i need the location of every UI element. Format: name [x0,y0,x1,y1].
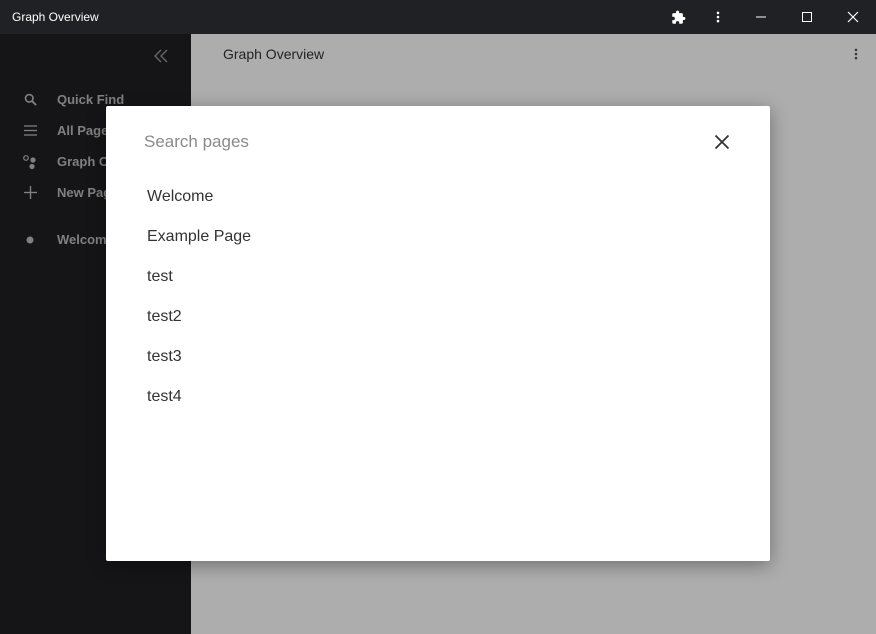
window-close-button[interactable] [830,0,876,34]
search-result-item[interactable]: test3 [147,337,727,377]
window-menu-button[interactable] [698,0,738,34]
search-result-item[interactable]: test [147,257,727,297]
window-title: Graph Overview [12,10,99,24]
search-result-item[interactable]: test4 [147,377,727,417]
close-icon [714,134,730,150]
close-icon [847,11,859,23]
search-result-item[interactable]: test2 [147,297,727,337]
search-pages-input[interactable] [144,128,684,156]
search-result-item[interactable]: Example Page [147,217,727,257]
maximize-icon [802,12,812,22]
search-result-item[interactable]: Welcome [147,177,727,217]
minimize-icon [756,16,766,18]
window-titlebar: Graph Overview [0,0,876,34]
extensions-button[interactable] [658,0,698,34]
search-pages-dialog: Welcome Example Page test test2 test3 te… [106,106,770,561]
minimize-button[interactable] [738,0,784,34]
more-vert-icon [716,11,720,23]
search-results-list: Welcome Example Page test test2 test3 te… [147,177,727,417]
close-dialog-button[interactable] [708,128,736,156]
puzzle-icon [671,10,685,24]
maximize-button[interactable] [784,0,830,34]
